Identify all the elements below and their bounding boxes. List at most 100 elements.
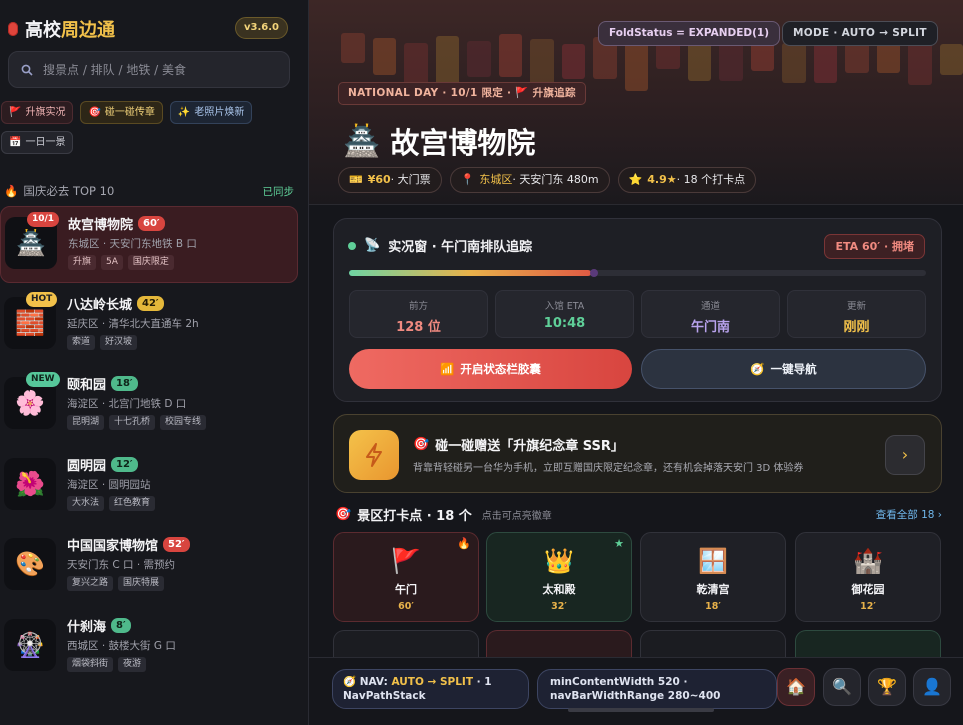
checkpoint-card[interactable]: ★ 👑 太和殿 32′ — [486, 532, 632, 622]
checkpoint-name: 午门 — [395, 583, 417, 596]
spot-tag: 红色教育 — [109, 496, 156, 511]
rating-pill: ⭐ 4.9★ · 18 个打卡点 — [617, 167, 757, 193]
star-icon: ★ — [614, 537, 624, 550]
museum-art-icon: 🎨 — [4, 538, 56, 590]
calendar-icon: 📅 — [9, 137, 22, 148]
live-header: 📡 实况窗 · 午门南排队追踪 — [348, 236, 532, 255]
capsule-label: 开启状态栏胶囊 — [460, 364, 541, 376]
spot-name: 故宫博物院 — [68, 218, 134, 233]
tap-promo-card[interactable]: 🎯 碰一碰赠送「升旗纪念章 SSR」 背靠背轻碰另一台华为手机，立即互赠国庆限定纪… — [333, 414, 942, 493]
spot-name: 中国国家博物馆 — [67, 539, 159, 554]
scroll-handle[interactable] — [568, 708, 714, 712]
spot-subtitle: 海淀区 · 圆明园站 — [67, 479, 151, 491]
profile-tab[interactable]: 👤 — [913, 668, 951, 706]
chip-tap-stamp[interactable]: 🎯 碰一碰传章 — [80, 101, 163, 124]
spot-list-item[interactable]: 🎡 什刹海 8′ 西城区 · 鼓楼大街 G 口烟袋斜街 夜游 — [0, 609, 298, 686]
wait-badge: 60′ — [138, 216, 165, 231]
stat-value: 午门南 — [690, 320, 730, 335]
chip-label: 升旗实况 — [25, 107, 66, 118]
fire-icon: 🔥 — [4, 184, 19, 198]
checkpoint-card[interactable]: 🪟 乾清宫 18′ — [640, 532, 786, 622]
spot-subtitle: 延庆区 · 清华北大直通车 2h — [67, 318, 199, 330]
rating-value: 4.9★ — [647, 173, 677, 186]
star-icon: ⭐ — [628, 173, 643, 186]
title-text: 故宫博物院 — [390, 126, 536, 160]
chip-flag-live[interactable]: 🚩 升旗实况 — [1, 101, 74, 124]
spot-list-item[interactable]: 🧱 HOT 八达岭长城 42′ 延庆区 · 清华北大直通车 2h 索道 好汉坡 — [0, 287, 298, 364]
version-badge: v3.6.0 — [235, 17, 288, 39]
checkpoint-card[interactable]: 🔥 🚩 午门 60′ — [333, 532, 479, 622]
spot-tag: 索道 — [67, 335, 96, 350]
search-input[interactable] — [43, 62, 263, 77]
spot-list-item[interactable]: 🌺 圆明园 12′ 海淀区 · 圆明园站 大水法 红色教育 — [0, 448, 298, 525]
chip-photo-restore[interactable]: ✨ 老照片焕新 — [169, 101, 253, 124]
hero-banner: FoldStatus = EXPANDED(1) MODE · AUTO → S… — [309, 0, 963, 205]
promo-title: 碰一碰赠送「升旗纪念章 SSR」 — [435, 439, 624, 454]
top10-header: 🔥 国庆必去 TOP 10 已同步 — [4, 183, 294, 199]
chip-label: 一日一景 — [25, 137, 66, 148]
spot-subtitle: 西城区 · 鼓楼大街 G 口 — [67, 640, 176, 652]
backdrop-block — [404, 43, 428, 87]
lightning-icon — [349, 430, 399, 480]
compass-icon: 🧭 — [750, 362, 765, 376]
backdrop-block — [939, 44, 963, 75]
chevron-right-icon[interactable]: › — [885, 435, 925, 475]
bottom-bar: 🧭 NAV: AUTO → SPLIT · 1 NavPathStack min… — [309, 657, 963, 725]
queue-progress-bar — [349, 269, 926, 277]
spot-list-item[interactable]: 🏯 10/1 故宫博物院 60′ 东城区 · 天安门东地铁 B 口升旗 5A 国庆限定 — [0, 206, 298, 283]
spot-list-item[interactable]: 🌸 NEW 颐和园 18′ 海淀区 · 北宫门地铁 D 口昆明湖 十七孔桥 校园专线 — [0, 367, 298, 444]
spot-subtitle: 东城区 · 天安门东地铁 B 口 — [68, 238, 197, 250]
spot-tag: 国庆限定 — [127, 255, 174, 270]
status-capsule-button[interactable]: 📶 开启状态栏胶囊 — [349, 349, 632, 389]
red-flag-icon: 🚩 — [9, 107, 22, 118]
checkpoint-card-partial[interactable] — [486, 630, 632, 660]
checkpoints-title: 景区打卡点 · 18 个 — [357, 509, 472, 524]
checkpoint-card[interactable]: 🏰 御花园 12′ — [795, 532, 941, 622]
mode-toggle[interactable]: MODE · AUTO → SPLIT — [782, 21, 938, 46]
queue-stat: 通道 午门南 — [641, 290, 780, 338]
backdrop-block — [687, 40, 711, 81]
spot-name: 颐和园 — [67, 378, 107, 393]
checkpoint-wait: 12′ — [860, 601, 876, 612]
search-box[interactable] — [8, 51, 290, 88]
backdrop-block — [624, 42, 648, 91]
spot-name-row: 颐和园 18′ — [67, 374, 138, 393]
sidebar: 高校周边通 v3.6.0 🚩升旗实况 🎯碰一碰传章 ✨老照片焕新 📅一日一景 🔥… — [0, 0, 309, 725]
chip-label: 老照片焕新 — [194, 107, 245, 118]
checkpoint-card-partial[interactable] — [640, 630, 786, 660]
checkpoint-name: 御花园 — [851, 583, 885, 596]
fold-status-badge: FoldStatus = EXPANDED(1) — [598, 21, 781, 46]
chip-daily-scene[interactable]: 📅 一日一景 — [1, 131, 74, 154]
brand: 高校 周边通 — [8, 16, 115, 42]
checkpoint-card-partial[interactable] — [795, 630, 941, 660]
person-icon: 👤 — [922, 677, 942, 696]
price-value: ¥60 — [367, 173, 391, 186]
brand-title-part1: 高校 — [25, 20, 61, 41]
location-pill[interactable]: 📍 东城区 · 天安门东 480m — [449, 167, 610, 193]
live-window-card: 📡 实况窗 · 午门南排队追踪 ETA 60′ · 拥堵 前方 128 位 入馆 E… — [333, 218, 942, 402]
spot-tags: 升旗 5A 国庆限定 — [68, 255, 174, 270]
spot-name-row: 故宫博物院 60′ — [68, 214, 165, 233]
spot-tag: 5A — [101, 255, 123, 270]
search-icon — [21, 64, 33, 76]
spot-tags: 烟袋斜街 夜游 — [67, 657, 147, 672]
checkpoints-header: 🎯 景区打卡点 · 18 个点击可点亮徽章 查看全部 18 › — [335, 505, 942, 524]
compass-icon: 🧭 — [343, 676, 357, 688]
spot-list-item[interactable]: 🎨 中国国家博物馆 52′ 天安门东 C 口 · 需预约 复兴之路 国庆特展 — [0, 528, 298, 605]
spot-tag: 烟袋斜街 — [67, 657, 114, 672]
spot-tag: 好汉坡 — [100, 335, 138, 350]
stat-label: 通道 — [700, 301, 720, 312]
trophy-tab[interactable]: 🏆 — [868, 668, 906, 706]
spot-tags: 索道 好汉坡 — [67, 335, 138, 350]
home-tab[interactable]: 🏠 — [777, 668, 815, 706]
quick-chips: 🚩 升旗实况 🎯 碰一碰传章 ✨ 老照片焕新 📅 一日一景 — [1, 101, 301, 154]
view-all-link[interactable]: 查看全部 18 › — [876, 507, 942, 522]
national-day-tag: NATIONAL DAY · 10/1 限定 · 🚩 升旗追踪 — [338, 82, 586, 105]
navigate-button[interactable]: 🧭 一键导航 — [641, 349, 926, 389]
crown-icon: 👑 — [544, 547, 574, 575]
search-tab[interactable]: 🔍 — [823, 668, 861, 706]
info-pills: 🎫 ¥60 · 大门票 📍 东城区 · 天安门东 480m ⭐ 4.9★ · 18 个… — [338, 167, 757, 193]
queue-stat: 更新 刚刚 — [787, 290, 926, 338]
checkpoint-card-partial[interactable] — [333, 630, 479, 660]
backdrop-block — [782, 43, 806, 83]
